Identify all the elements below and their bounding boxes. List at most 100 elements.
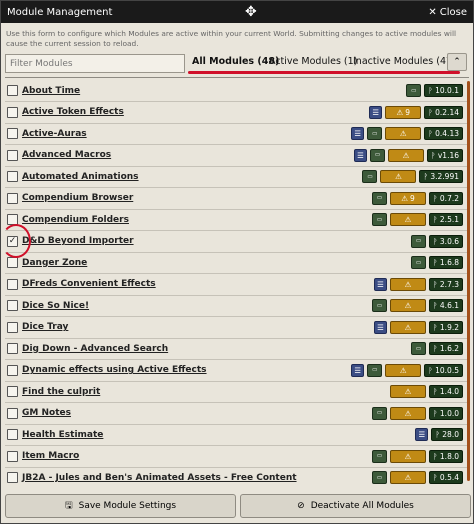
- module-row[interactable]: GM Notes ▭ ⚠ ᚹ 1.0.0: [1, 403, 467, 425]
- warning-badge[interactable]: ⚠: [390, 320, 427, 334]
- compat-icon[interactable]: ▭: [406, 84, 422, 98]
- version-badge[interactable]: ᚹ 3.2.991: [419, 170, 463, 184]
- module-row[interactable]: Dice Tray ☰ ⚠ ᚹ 1.9.2: [1, 317, 467, 339]
- version-badge[interactable]: ᚹ 0.7.2: [429, 191, 463, 205]
- module-name-link[interactable]: Dynamic effects using Active Effects: [22, 365, 207, 375]
- module-row[interactable]: Active Token Effects ☰ ⚠ 9 ᚹ 0.2.14: [1, 102, 467, 124]
- version-badge[interactable]: ᚹ 28.0: [431, 428, 463, 442]
- module-row[interactable]: JB2A - Jules and Ben's Animated Assets -…: [1, 467, 467, 488]
- module-row[interactable]: Dice So Nice! ▭ ⚠ ᚹ 4.6.1: [1, 295, 467, 317]
- module-checkbox[interactable]: [7, 192, 18, 204]
- module-name-link[interactable]: GM Notes: [22, 408, 71, 418]
- version-badge[interactable]: ᚹ 0.2.14: [424, 105, 463, 119]
- move-icon[interactable]: ✥: [245, 4, 257, 20]
- version-badge[interactable]: ᚹ 0.5.4: [429, 471, 463, 485]
- warning-badge[interactable]: ⚠: [387, 148, 424, 162]
- module-name-link[interactable]: Active-Auras: [22, 129, 87, 139]
- module-row[interactable]: Compendium Browser ▭ ⚠ 9 ᚹ 0.7.2: [1, 188, 467, 210]
- compat-icon[interactable]: ▭: [367, 363, 383, 377]
- module-name-link[interactable]: DFreds Convenient Effects: [22, 279, 156, 289]
- compat-icon[interactable]: ▭: [367, 127, 383, 141]
- deactivate-all-button[interactable]: ⊘ Deactivate All Modules: [240, 494, 471, 518]
- module-checkbox[interactable]: [7, 386, 18, 398]
- info-icon[interactable]: ☰: [351, 363, 365, 377]
- version-badge[interactable]: ᚹ 1.8.0: [429, 449, 463, 463]
- module-name-link[interactable]: Compendium Folders: [22, 215, 129, 225]
- module-row[interactable]: Danger Zone ▭ ᚹ 1.6.8: [1, 252, 467, 274]
- warning-badge[interactable]: ⚠: [385, 127, 422, 141]
- module-checkbox[interactable]: [7, 106, 18, 118]
- module-row[interactable]: Active-Auras ☰ ▭ ⚠ ᚹ 0.4.13: [1, 123, 467, 145]
- warning-badge[interactable]: ⚠: [380, 170, 417, 184]
- collapse-button[interactable]: ⌃: [447, 53, 467, 71]
- module-checkbox[interactable]: [7, 472, 18, 484]
- warning-badge[interactable]: ⚠ 9: [390, 191, 427, 205]
- warning-badge[interactable]: ⚠: [390, 299, 427, 313]
- module-checkbox[interactable]: [7, 278, 18, 290]
- module-name-link[interactable]: Dig Down - Advanced Search: [22, 344, 168, 354]
- version-badge[interactable]: ᚹ 10.0.5: [424, 363, 463, 377]
- info-icon[interactable]: ☰: [369, 105, 383, 119]
- save-module-settings-button[interactable]: 🖫 Save Module Settings: [5, 494, 236, 518]
- version-badge[interactable]: ᚹ 1.6.2: [429, 342, 463, 356]
- filter-modules-input[interactable]: [5, 54, 185, 73]
- version-badge[interactable]: ᚹ 1.9.2: [429, 320, 463, 334]
- module-row[interactable]: Compendium Folders ▭ ⚠ ᚹ 2.5.1: [1, 209, 467, 231]
- module-row[interactable]: ✓ D&D Beyond Importer ▭ ᚹ 3.0.6: [1, 231, 467, 253]
- module-checkbox[interactable]: [7, 300, 18, 312]
- version-badge[interactable]: ᚹ 2.5.1: [429, 213, 463, 227]
- module-name-link[interactable]: About Time: [22, 86, 80, 96]
- module-checkbox[interactable]: [7, 128, 18, 140]
- compat-icon[interactable]: ▭: [369, 148, 385, 162]
- compat-icon[interactable]: ▭: [372, 191, 388, 205]
- tab-inactive-modules[interactable]: Inactive Modules (47): [349, 56, 460, 74]
- module-checkbox[interactable]: [7, 364, 18, 376]
- warning-badge[interactable]: ⚠: [390, 385, 427, 399]
- compat-icon[interactable]: ▭: [411, 256, 427, 270]
- module-checkbox[interactable]: [7, 450, 18, 462]
- module-checkbox[interactable]: [7, 343, 18, 355]
- info-icon[interactable]: ☰: [374, 277, 388, 291]
- compat-icon[interactable]: ▭: [411, 234, 427, 248]
- info-icon[interactable]: ☰: [351, 127, 365, 141]
- compat-icon[interactable]: ▭: [372, 471, 388, 485]
- compat-icon[interactable]: ▭: [372, 299, 388, 313]
- module-row[interactable]: About Time ▭ ᚹ 10.0.1: [1, 80, 467, 102]
- module-checkbox[interactable]: [7, 321, 18, 333]
- version-badge[interactable]: ᚹ 1.4.0: [429, 385, 463, 399]
- module-checkbox[interactable]: [7, 171, 18, 183]
- module-name-link[interactable]: Dice So Nice!: [22, 301, 89, 311]
- info-icon[interactable]: ☰: [353, 148, 367, 162]
- window-titlebar[interactable]: Module Management ✥ ✕ Close: [1, 1, 473, 23]
- module-checkbox[interactable]: [7, 149, 18, 161]
- module-checkbox[interactable]: [7, 257, 18, 269]
- version-badge[interactable]: ᚹ 3.0.6: [429, 234, 463, 248]
- warning-badge[interactable]: ⚠: [390, 471, 427, 485]
- compat-icon[interactable]: ▭: [372, 406, 388, 420]
- module-name-link[interactable]: Item Macro: [22, 451, 79, 461]
- module-name-link[interactable]: Dice Tray: [22, 322, 68, 332]
- module-name-link[interactable]: D&D Beyond Importer: [22, 236, 134, 246]
- version-badge[interactable]: ᚹ 2.7.3: [429, 277, 463, 291]
- version-badge[interactable]: ᚹ v1.16: [426, 148, 463, 162]
- warning-badge[interactable]: ⚠: [390, 449, 427, 463]
- tab-all-modules[interactable]: All Modules (48): [188, 56, 284, 74]
- version-badge[interactable]: ᚹ 1.0.0: [429, 406, 463, 420]
- module-row[interactable]: Find the culprit ⚠ ᚹ 1.4.0: [1, 381, 467, 403]
- version-badge[interactable]: ᚹ 0.4.13: [424, 127, 463, 141]
- module-checkbox[interactable]: [7, 429, 18, 441]
- info-icon[interactable]: ☰: [374, 320, 388, 334]
- module-name-link[interactable]: Danger Zone: [22, 258, 87, 268]
- module-name-link[interactable]: JB2A - Jules and Ben's Animated Assets -…: [22, 473, 297, 483]
- module-row[interactable]: Health Estimate ☰ ᚹ 28.0: [1, 424, 467, 446]
- module-name-link[interactable]: Find the culprit: [22, 387, 100, 397]
- close-button[interactable]: ✕ Close: [428, 7, 467, 18]
- warning-badge[interactable]: ⚠: [390, 277, 427, 291]
- module-row[interactable]: Dig Down - Advanced Search ▭ ᚹ 1.6.2: [1, 338, 467, 360]
- compat-icon[interactable]: ▭: [372, 449, 388, 463]
- version-badge[interactable]: ᚹ 4.6.1: [429, 299, 463, 313]
- module-row[interactable]: Dynamic effects using Active Effects ☰ ▭ ⚠ ᚹ…: [1, 360, 467, 382]
- module-row[interactable]: Item Macro ▭ ⚠ ᚹ 1.8.0: [1, 446, 467, 468]
- module-checkbox[interactable]: [7, 407, 18, 419]
- compat-icon[interactable]: ▭: [372, 213, 388, 227]
